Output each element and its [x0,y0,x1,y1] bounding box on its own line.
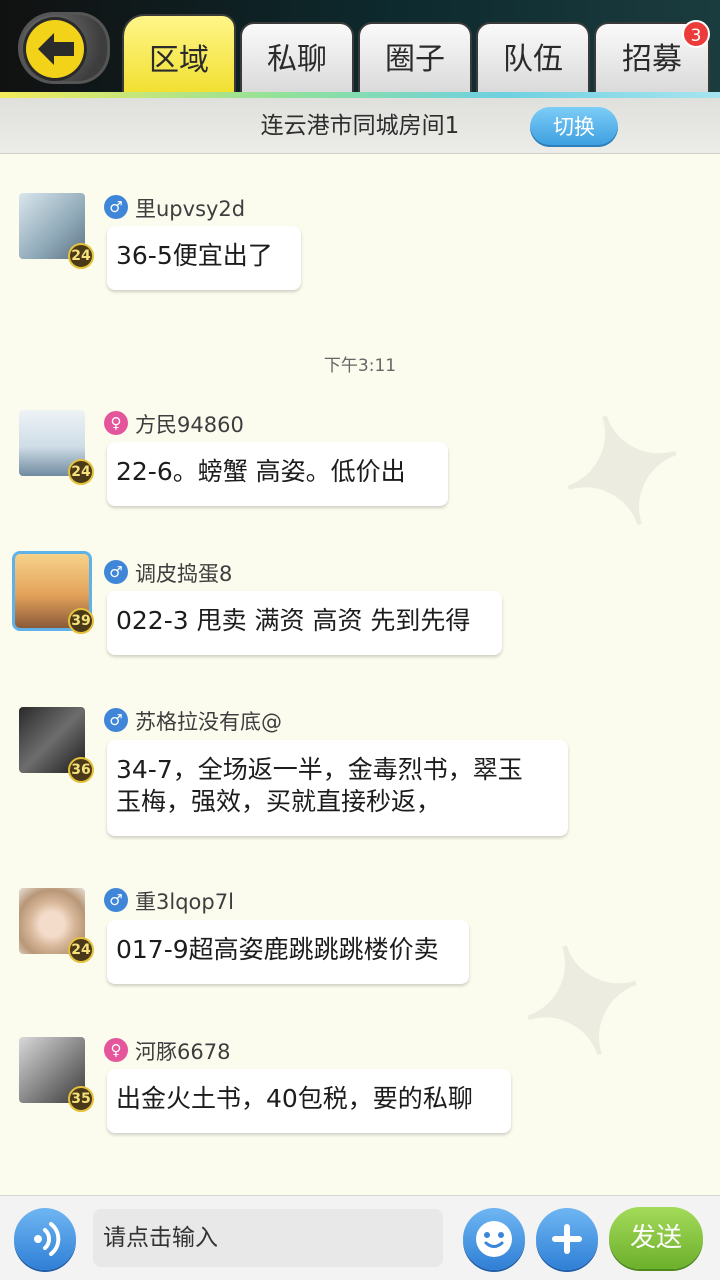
background-watermark: ✦ [535,369,710,577]
voice-icon [34,1222,61,1256]
username[interactable]: 调皮捣蛋8 [135,558,232,588]
level-badge: 36 [68,757,94,783]
username[interactable]: 重3lqop7l [135,886,234,916]
top-nav-bar: 区域 私聊 圈子 队伍 招募 3 [0,0,720,96]
smiley-icon [476,1221,512,1257]
level-badge: 24 [68,243,94,269]
tab-region[interactable]: 区域 [122,14,236,94]
send-button[interactable]: 发送 [609,1207,703,1269]
male-icon: ♂ [104,560,128,584]
female-icon: ♀ [104,1038,128,1062]
tab-team[interactable]: 队伍 [476,22,590,94]
message-bubble: 出金火土书，40包税，要的私聊 [107,1069,511,1133]
tab-circle[interactable]: 圈子 [358,22,472,94]
chat-message-list[interactable]: ✦ ✦ 24 ♂ 里upvsy2d 36-5便宜出了 下午3:11 24 ♀ 方… [0,155,720,1195]
plus-icon [552,1224,582,1254]
level-badge: 24 [68,937,94,963]
message-bubble: 017-9超高姿鹿跳跳跳楼价卖 [107,920,469,984]
message-line: 玉梅，强效，买就直接秒返， [116,787,442,816]
emoji-button[interactable] [463,1208,525,1270]
room-bar: 连云港市同城房间1 切换 [0,98,720,154]
background-watermark: ✦ [495,899,670,1107]
male-icon: ♂ [104,888,128,912]
chat-input-bar: 发送 [0,1195,720,1280]
more-options-button[interactable] [536,1208,598,1270]
room-title: 连云港市同城房间1 [260,113,460,139]
voice-input-button[interactable] [14,1208,76,1270]
male-icon: ♂ [104,708,128,732]
level-badge: 39 [68,608,94,634]
back-arrow-icon [38,33,74,65]
message-bubble: 36-5便宜出了 [107,226,301,290]
message-input[interactable] [93,1209,443,1267]
recruit-badge: 3 [682,20,710,48]
message-bubble: 022-3 甩卖 满资 高资 先到先得 [107,591,502,655]
back-button[interactable] [18,12,110,84]
male-icon: ♂ [104,195,128,219]
username[interactable]: 方民94860 [135,409,244,439]
level-badge: 24 [68,459,94,485]
female-icon: ♀ [104,411,128,435]
username[interactable]: 里upvsy2d [135,193,245,223]
username[interactable]: 河豚6678 [135,1036,230,1066]
level-badge: 35 [68,1086,94,1112]
message-bubble: 34-7，全场返一半，金毒烈书，翠玉 玉梅，强效，买就直接秒返， [107,740,568,836]
switch-room-button[interactable]: 切换 [530,107,618,147]
message-bubble: 22-6。螃蟹 高姿。低价出 [107,442,448,506]
tab-private-chat[interactable]: 私聊 [240,22,354,94]
username[interactable]: 苏格拉没有底@ [135,706,282,736]
message-timestamp: 下午3:11 [323,356,397,376]
message-line: 34-7，全场返一半，金毒烈书，翠玉 [116,755,523,784]
